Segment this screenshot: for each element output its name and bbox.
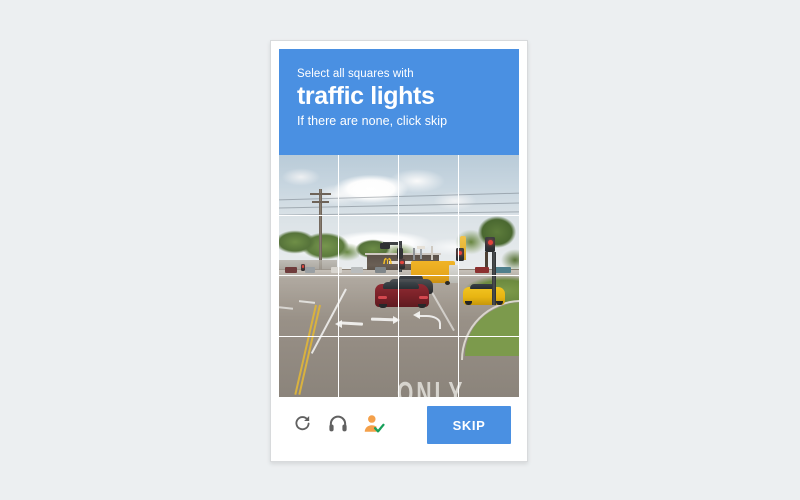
challenge-tile-9[interactable] <box>339 276 399 337</box>
challenge-tile-4[interactable] <box>279 215 339 276</box>
challenge-tile-2[interactable] <box>399 155 459 216</box>
headphones-icon <box>327 413 349 438</box>
prompt-hint: If there are none, click skip <box>297 114 448 128</box>
challenge-tile-7[interactable] <box>459 216 519 276</box>
challenge-tile-14[interactable] <box>399 336 459 397</box>
person-check-icon <box>363 413 385 438</box>
challenge-tile-13[interactable] <box>339 336 399 397</box>
challenge-tile-10[interactable] <box>399 276 459 337</box>
reload-button[interactable] <box>287 410 317 440</box>
prompt-prefix: Select all squares with <box>297 68 414 80</box>
challenge-tile-11[interactable] <box>459 276 519 337</box>
challenge-tile-5[interactable] <box>339 215 399 276</box>
prompt-target: traffic lights <box>297 82 435 110</box>
challenge-tile-12[interactable] <box>279 336 339 397</box>
challenge-tile-0[interactable] <box>279 155 339 216</box>
captcha-footer: SKIP <box>279 397 519 453</box>
challenge-tile-6[interactable] <box>399 215 459 276</box>
help-button[interactable] <box>359 410 389 440</box>
challenge-tile-8[interactable] <box>279 276 339 337</box>
challenge-tile-15[interactable] <box>459 337 519 398</box>
challenge-grid: ONLY <box>279 155 519 397</box>
skip-button[interactable]: SKIP <box>427 406 511 444</box>
captcha-header: Select all squares with traffic lights I… <box>279 49 519 155</box>
audio-challenge-button[interactable] <box>323 410 353 440</box>
reload-icon <box>292 413 313 437</box>
challenge-tile-1[interactable] <box>339 155 399 216</box>
challenge-tile-3[interactable] <box>459 155 519 216</box>
captcha-card: Select all squares with traffic lights I… <box>270 40 528 462</box>
